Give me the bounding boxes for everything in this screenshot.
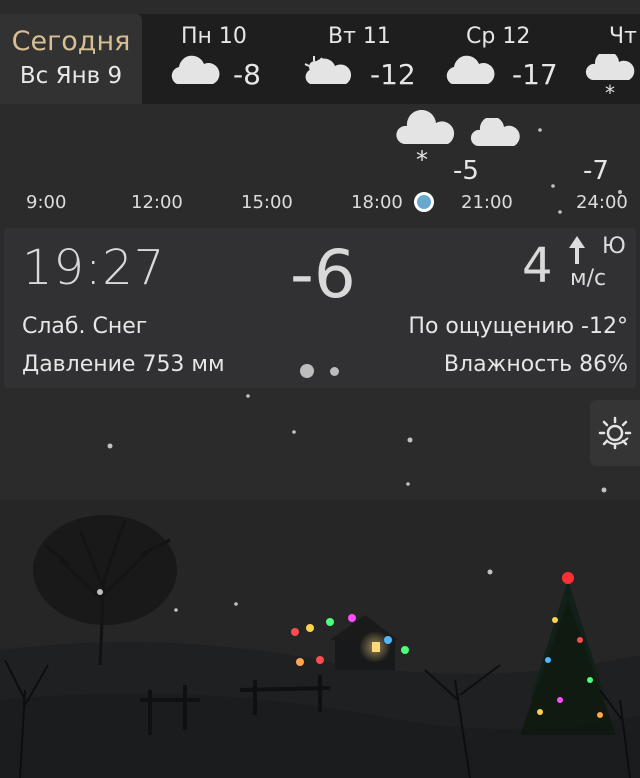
cloud-icon: [442, 54, 496, 94]
day-forecast-tue[interactable]: Вт 11 -12: [300, 14, 425, 104]
current-time: 19:27: [22, 240, 166, 296]
page-dot: [330, 367, 339, 376]
wind-unit: м/с: [570, 266, 607, 291]
day-temp: -12: [370, 58, 416, 91]
cloud-snow-icon: *: [585, 50, 637, 104]
hour-label: 21:00: [461, 192, 513, 213]
day-name: Пн 10: [181, 24, 247, 49]
sun-icon: [598, 416, 632, 454]
svg-text:*: *: [605, 81, 615, 104]
day-temp: -17: [512, 58, 558, 91]
cloud-icon: [167, 54, 221, 94]
hour-label: 18:00: [351, 192, 403, 213]
hourly-timeline[interactable]: * -5 -7 9:00 12:00 15:00 18:00 21:00 24:…: [0, 104, 640, 220]
current-temperature: -6: [290, 236, 356, 313]
svg-text:*: *: [416, 146, 428, 170]
day-forecast-wed[interactable]: Ср 12 -17: [440, 14, 565, 104]
wind-arrow-icon: [567, 234, 587, 270]
daily-forecast-bar: Сегодня Вс Янв 9 Пн 10 -8 Вт 11 -12 Ср 1…: [0, 14, 640, 104]
page-dot-active: [300, 364, 314, 378]
humidity: Влажность 86%: [443, 352, 628, 377]
weather-condition: Слаб. Снег: [22, 314, 148, 339]
hour-label: 9:00: [26, 192, 67, 213]
hourly-temp: -5: [453, 156, 479, 186]
current-time-marker: [414, 192, 434, 212]
current-conditions-card[interactable]: 19:27 -6 4 Ю м/с Слаб. Снег Давление 753…: [4, 228, 636, 388]
day-name: Ср 12: [466, 24, 531, 49]
today-tab[interactable]: Сегодня Вс Янв 9: [0, 14, 142, 104]
day-name: Чт: [609, 24, 637, 49]
hour-label: 12:00: [131, 192, 183, 213]
today-date: Вс Янв 9: [19, 63, 123, 89]
cloud-icon: [470, 116, 522, 154]
wind-speed: 4: [522, 238, 553, 294]
pressure: Давление 753 мм: [22, 352, 225, 377]
sun-button[interactable]: [590, 400, 640, 466]
day-temp: -8: [233, 58, 261, 91]
wind-direction: Ю: [602, 234, 626, 259]
feels-like: По ощущению -12°: [408, 314, 628, 339]
day-forecast-mon[interactable]: Пн 10 -8: [165, 14, 285, 104]
hour-label: 24:00: [576, 192, 628, 213]
partly-cloudy-icon: [300, 52, 354, 92]
day-forecast-thu[interactable]: Чт *: [585, 14, 640, 104]
today-label: Сегодня: [11, 26, 131, 57]
hourly-temp: -7: [583, 156, 609, 186]
hour-label: 15:00: [241, 192, 293, 213]
cloud-snow-icon: *: [396, 109, 458, 174]
day-name: Вт 11: [328, 24, 391, 49]
